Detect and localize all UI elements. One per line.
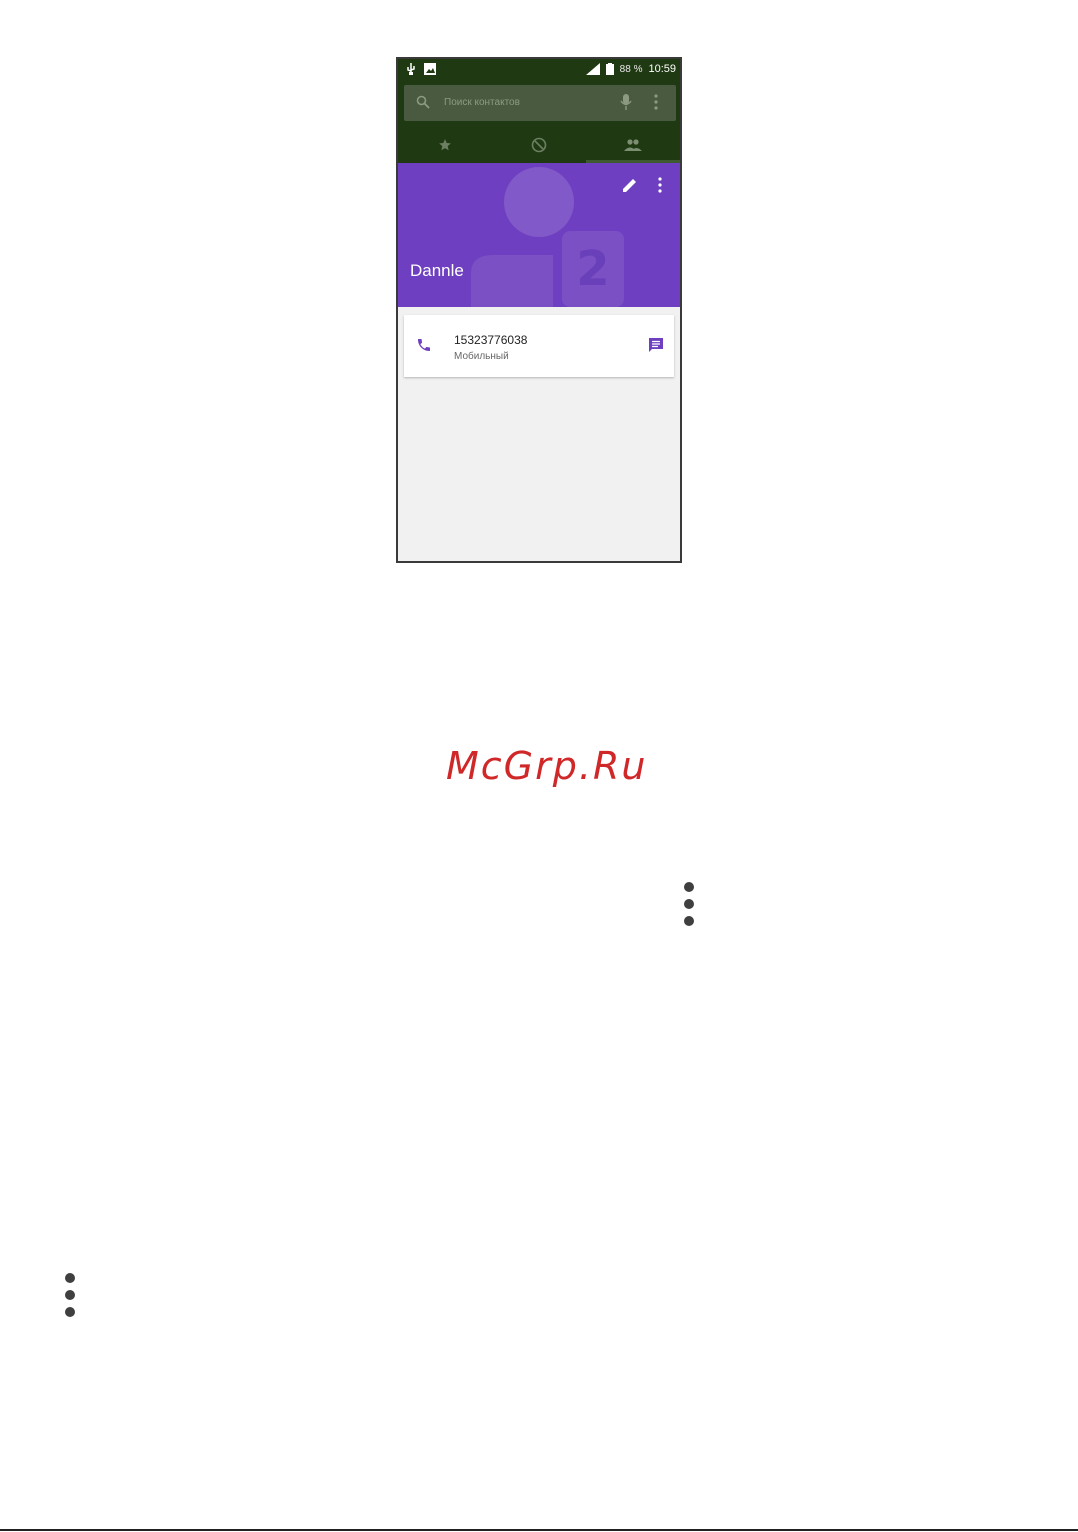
star-icon: [439, 139, 451, 151]
divider: [0, 1529, 1078, 1531]
tab-favorites[interactable]: [398, 127, 492, 163]
status-bar: 88 % 10:59: [398, 59, 680, 81]
phone-screenshot: 88 % 10:59 Поиск контактов 2 Dannle 1532…: [396, 57, 682, 563]
phone-type: Мобильный: [454, 351, 509, 362]
people-icon: [624, 139, 642, 151]
contact-header: 2 Dannle: [398, 163, 680, 307]
watermark: McGrp.Ru: [446, 744, 648, 788]
phone-icon[interactable]: [416, 337, 432, 353]
edit-icon[interactable]: [622, 177, 638, 193]
microphone-icon[interactable]: [620, 94, 632, 110]
phone-number[interactable]: 15323776038: [454, 333, 527, 347]
tab-recent[interactable]: [492, 127, 586, 163]
signal-icon: [585, 63, 600, 75]
clock-time: 10:59: [648, 63, 676, 75]
search-icon[interactable]: [416, 95, 430, 109]
more-vert-icon[interactable]: [658, 177, 662, 193]
battery-icon: [605, 63, 614, 75]
phone-number-card[interactable]: 15323776038 Мобильный: [404, 315, 674, 377]
usb-icon: [407, 63, 415, 75]
image-icon: [424, 63, 436, 75]
tab-bar: [398, 127, 680, 163]
tab-contacts[interactable]: [586, 127, 680, 163]
more-vert-icon: [65, 1273, 77, 1324]
more-vert-icon: [684, 882, 696, 933]
contact-name: Dannle: [410, 261, 464, 280]
search-bar[interactable]: Поиск контактов: [404, 85, 676, 121]
battery-percent: 88 %: [619, 63, 643, 75]
message-icon[interactable]: [648, 337, 664, 353]
app-bar: Поиск контактов: [398, 81, 680, 163]
search-placeholder[interactable]: Поиск контактов: [444, 97, 520, 108]
more-vert-icon[interactable]: [654, 94, 658, 110]
svg-text:2: 2: [576, 241, 609, 297]
clock-icon: [531, 137, 547, 153]
